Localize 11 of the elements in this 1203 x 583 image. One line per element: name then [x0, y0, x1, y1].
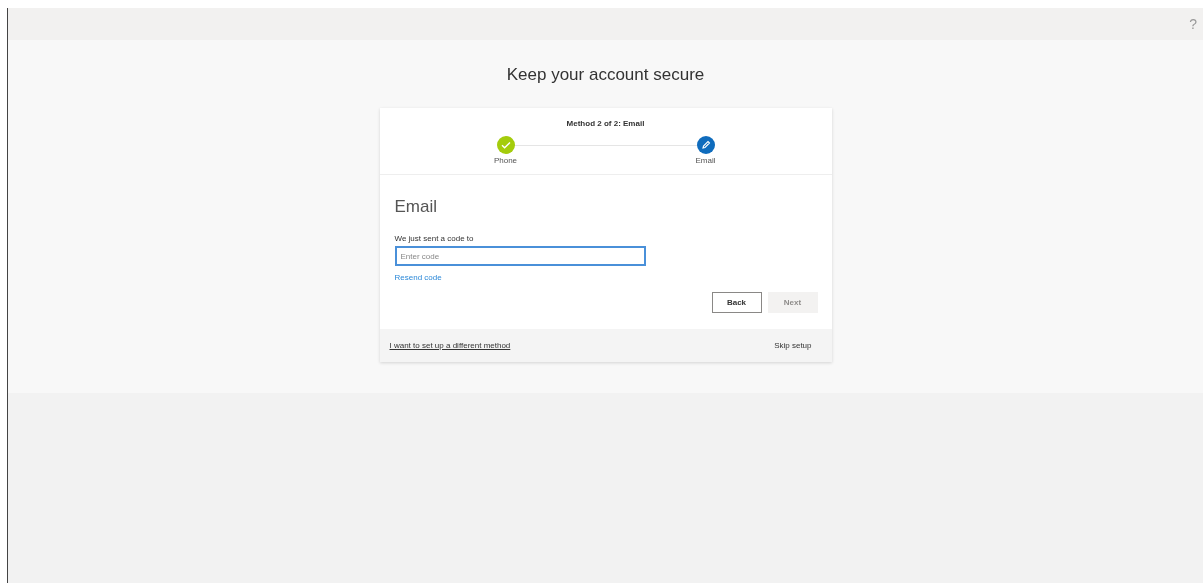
step-label: Phone: [493, 154, 518, 167]
progress-caption: Method 2 of 2: Email: [566, 117, 645, 130]
code-input-field[interactable]: Enter code: [394, 246, 646, 266]
different-method-link[interactable]: I want to set up a different method: [389, 339, 511, 352]
code-prompt: We just sent a code to: [394, 233, 475, 245]
page-title: Keep your account secure: [506, 64, 705, 86]
skip-setup-link[interactable]: Skip setup: [774, 339, 812, 352]
resend-code-link[interactable]: Resend code: [394, 272, 442, 284]
section-title: Email: [394, 195, 438, 218]
step-label: Email: [695, 154, 716, 167]
back-button[interactable]: Back: [711, 292, 762, 313]
